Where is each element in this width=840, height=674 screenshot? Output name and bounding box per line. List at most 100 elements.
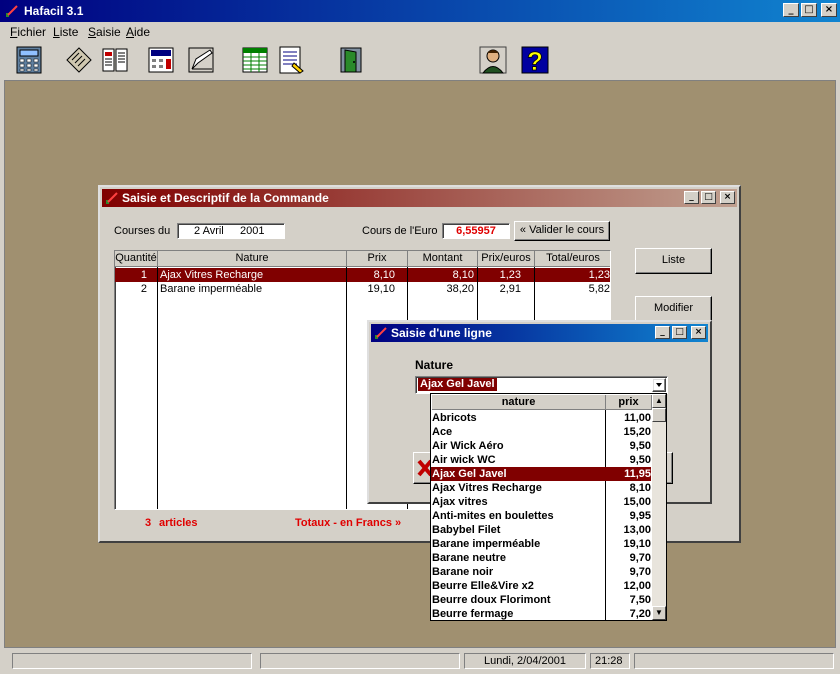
- totaux-label: Totaux - en Francs »: [295, 517, 402, 529]
- status-panel-1: [12, 653, 252, 669]
- cell-prix: 19,10: [367, 283, 395, 295]
- nature-combobox-value: Ajax Gel Javel: [418, 378, 497, 391]
- status-panel-4: [634, 653, 834, 669]
- dropdown-header-prix: prix: [606, 395, 652, 410]
- status-panel-2: [260, 653, 460, 669]
- list-item[interactable]: Beurre fermage 7,20: [431, 607, 651, 620]
- list-item-prix: 8,10: [629, 482, 651, 494]
- valider-cours-button[interactable]: « Valider le cours: [514, 221, 610, 241]
- cell-prix-euros: 1,23: [499, 269, 521, 281]
- list-item-prix: 19,10: [623, 538, 651, 550]
- col-header-nature[interactable]: Nature: [158, 251, 347, 267]
- cours-euro-field[interactable]: 6,55957: [442, 223, 510, 239]
- list-item[interactable]: Barane imperméable 19,10: [431, 537, 651, 551]
- door-exit-icon[interactable]: [334, 43, 368, 77]
- commande-title-bar: Saisie et Descriptif de la Commande _ □ …: [102, 189, 737, 207]
- nature-dropdown-list[interactable]: nature prix Abricots 11,00 Ace 15,20 Air Wic…: [430, 393, 667, 621]
- close-button[interactable]: ×: [821, 3, 837, 17]
- scroll-down-icon[interactable]: ▼: [652, 606, 666, 620]
- col-header-montant[interactable]: Montant: [408, 251, 478, 267]
- menu-liste[interactable]: Liste: [53, 25, 78, 39]
- cash-register-icon[interactable]: [144, 43, 178, 77]
- svg-text:?: ?: [527, 46, 543, 75]
- cours-euro-label: Cours de l'Euro: [362, 225, 438, 237]
- list-item-prix: 15,00: [623, 496, 651, 508]
- list-item[interactable]: Babybel Filet 13,00: [431, 523, 651, 537]
- maximize-button[interactable]: □: [801, 3, 817, 17]
- commande-maximize-button[interactable]: □: [701, 191, 716, 204]
- list-item[interactable]: Ace 15,20: [431, 425, 651, 439]
- chevron-down-icon[interactable]: [652, 378, 666, 392]
- person-icon[interactable]: [476, 43, 510, 77]
- scroll-up-icon[interactable]: ▲: [652, 394, 666, 408]
- list-item-nature: Ajax Gel Javel: [432, 468, 507, 480]
- saisie-minimize-button[interactable]: _: [655, 326, 670, 339]
- liste-button[interactable]: Liste: [635, 248, 712, 274]
- list-item[interactable]: Air wick WC 9,50: [431, 453, 651, 467]
- list-item-prix: 15,20: [623, 426, 651, 438]
- list-item-prix: 13,00: [623, 524, 651, 536]
- col-header-prix-euros[interactable]: Prix/euros: [478, 251, 535, 267]
- list-item[interactable]: Barane neutre 9,70: [431, 551, 651, 565]
- cell-total-euros: 5,82: [588, 283, 610, 295]
- commande-minimize-button[interactable]: _: [684, 191, 699, 204]
- date-field[interactable]: 2 Avril 2001: [177, 223, 285, 239]
- list-item[interactable]: Ajax vitres 15,00: [431, 495, 651, 509]
- list-item[interactable]: Abricots 11,00: [431, 411, 651, 425]
- cell-prix: 8,10: [373, 269, 395, 281]
- date-year: 2001: [240, 225, 265, 237]
- toolbar: ?: [0, 40, 840, 80]
- list-item[interactable]: Ajax Gel Javel 11,95: [431, 467, 651, 481]
- cell-nature: Barane imperméable: [160, 283, 263, 295]
- app-title: Hafacil 3.1: [24, 4, 84, 18]
- edit-form-icon[interactable]: [184, 43, 218, 77]
- list-item-nature: Beurre Elle&Vire x2: [432, 580, 534, 592]
- table-row[interactable]: 1 Ajax Vitres Recharge 8,10 8,10 1,23 1,…: [115, 268, 610, 282]
- list-item-nature: Barane neutre: [432, 552, 506, 564]
- saisie-title-bar: Saisie d'une ligne _ □ ×: [371, 324, 708, 342]
- list-item-prix: 12,00: [623, 580, 651, 592]
- list-item[interactable]: Beurre doux Florimont 7,50: [431, 593, 651, 607]
- cell-prix-euros: 2,91: [499, 283, 521, 295]
- app-title-bar: Hafacil 3.1 _ □ ×: [0, 0, 840, 22]
- ledger-icon[interactable]: [62, 43, 96, 77]
- minimize-button[interactable]: _: [783, 3, 799, 17]
- status-date: Lundi, 2/04/2001: [464, 653, 586, 669]
- book-icon[interactable]: [98, 43, 132, 77]
- list-item[interactable]: Beurre Elle&Vire x2 12,00: [431, 579, 651, 593]
- col-header-total-euros[interactable]: Total/euros: [535, 251, 610, 267]
- grid-divider: [157, 267, 158, 509]
- list-item-nature: Air wick WC: [432, 454, 496, 466]
- list-item-nature: Air Wick Aéro: [432, 440, 504, 452]
- list-item-prix: 11,00: [624, 412, 651, 424]
- list-item-prix: 9,95: [629, 510, 651, 522]
- app-pen-icon: [6, 5, 18, 17]
- saisie-close-button[interactable]: ×: [691, 326, 706, 339]
- nature-combobox[interactable]: Ajax Gel Javel: [415, 376, 668, 394]
- col-header-prix[interactable]: Prix: [347, 251, 408, 267]
- table-row[interactable]: 2 Barane imperméable 19,10 38,20 2,91 5,…: [115, 282, 610, 296]
- pen-icon: [106, 192, 118, 204]
- menu-saisie[interactable]: Saisie: [88, 25, 121, 39]
- list-item[interactable]: Barane noir 9,70: [431, 565, 651, 579]
- calculator-icon[interactable]: [12, 43, 46, 77]
- menu-aide[interactable]: Aide: [126, 25, 150, 39]
- list-item-prix: 9,50: [629, 440, 651, 452]
- list-item[interactable]: Air Wick Aéro 9,50: [431, 439, 651, 453]
- col-header-quantite[interactable]: Quantité: [115, 251, 158, 267]
- list-item[interactable]: Anti-mites en boulettes 9,95: [431, 509, 651, 523]
- scroll-thumb[interactable]: [652, 408, 666, 422]
- report-icon[interactable]: [274, 43, 308, 77]
- commande-close-button[interactable]: ×: [720, 191, 735, 204]
- list-item-nature: Beurre doux Florimont: [432, 594, 551, 606]
- spreadsheet-icon[interactable]: [238, 43, 272, 77]
- menu-fichier[interactable]: Fichier: [10, 25, 46, 39]
- saisie-maximize-button[interactable]: □: [672, 326, 687, 339]
- help-icon[interactable]: ?: [518, 43, 552, 77]
- list-item[interactable]: Ajax Vitres Recharge 8,10: [431, 481, 651, 495]
- cell-total-euros: 1,23: [588, 269, 610, 281]
- modifier-button[interactable]: Modifier: [635, 296, 712, 322]
- courses-label: Courses du: [114, 225, 171, 237]
- cell-quantite: 2: [140, 283, 147, 295]
- dropdown-scrollbar[interactable]: ▲ ▼: [652, 394, 666, 620]
